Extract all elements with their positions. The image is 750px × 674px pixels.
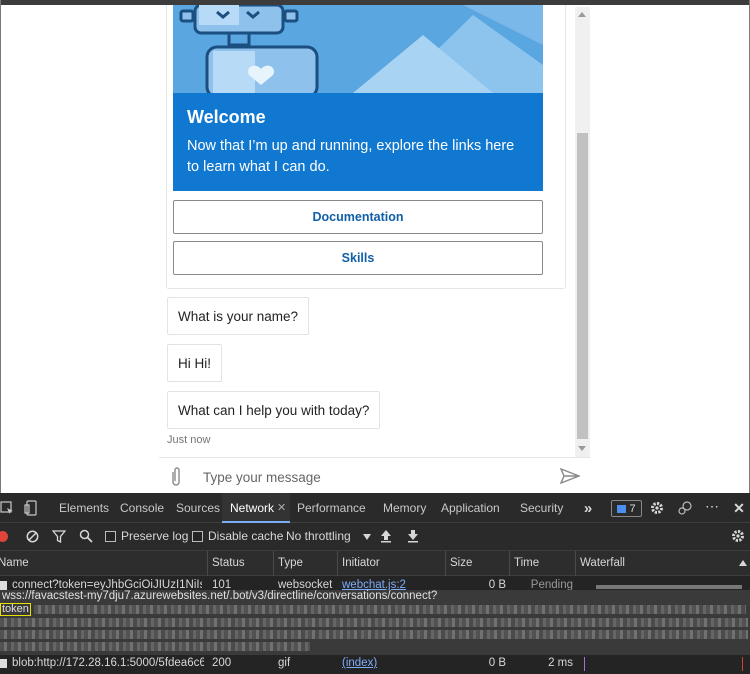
more-options-icon[interactable]: ⋯ — [703, 497, 721, 515]
file-icon — [0, 659, 7, 668]
tab-security[interactable]: Security — [520, 493, 563, 523]
scroll-thumb[interactable] — [577, 133, 588, 439]
request-status: 200 — [212, 657, 232, 669]
robot-illustration — [173, 5, 543, 93]
filter-icon[interactable] — [52, 530, 66, 543]
request-type: gif — [278, 657, 291, 669]
request-url-tooltip: wss://favacstest-my7dju7.azurewebsites.n… — [0, 590, 750, 655]
tab-network-label: Network — [230, 501, 275, 515]
tab-application[interactable]: Application — [441, 493, 500, 523]
settings-gear-icon[interactable] — [650, 501, 664, 515]
user-message: Hi Hi! — [167, 344, 222, 382]
documentation-button[interactable]: Documentation — [173, 200, 543, 234]
more-tabs-icon[interactable]: » — [580, 499, 596, 517]
redacted-token-line — [34, 605, 746, 614]
record-icon[interactable] — [0, 531, 8, 542]
devtools-panel: Elements Console Sources Network ✕ Perfo… — [0, 493, 750, 674]
inspect-element-icon[interactable] — [0, 501, 14, 515]
request-initiator-link[interactable]: (index) — [342, 657, 442, 669]
sort-up-icon — [739, 560, 747, 566]
tab-performance[interactable]: Performance — [297, 493, 366, 523]
tooltip-url: wss://favacstest-my7dju7.azurewebsites.n… — [2, 590, 438, 602]
redacted-token-line — [0, 642, 310, 651]
clear-icon[interactable] — [26, 530, 39, 543]
scroll-down-arrow-icon[interactable] — [578, 446, 586, 451]
column-status[interactable]: Status — [208, 551, 274, 576]
message-input[interactable] — [203, 468, 543, 486]
tooltip-token-param: token — [0, 603, 31, 616]
issues-icon — [617, 504, 627, 513]
device-toolbar-icon[interactable] — [24, 500, 38, 516]
waterfall-bar — [596, 585, 742, 589]
tab-elements[interactable]: Elements — [59, 493, 109, 523]
file-icon — [0, 581, 7, 590]
search-icon[interactable] — [79, 529, 93, 543]
welcome-message-block: Welcome Now that I’m up and running, exp… — [173, 93, 543, 191]
column-size[interactable]: Size — [446, 551, 510, 576]
network-table-header: Name Status Type Initiator Size Time Wat… — [0, 551, 750, 576]
export-har-icon[interactable] — [407, 529, 419, 543]
disable-cache-checkbox[interactable] — [192, 531, 203, 542]
column-type[interactable]: Type — [274, 551, 338, 576]
webchat-panel: Welcome Now that I’m up and running, exp… — [159, 5, 590, 493]
remote-devices-icon[interactable] — [677, 500, 693, 516]
waterfall-marker — [584, 657, 585, 671]
column-initiator[interactable]: Initiator — [338, 551, 446, 576]
redacted-token-line — [0, 618, 748, 627]
preserve-log-checkbox[interactable] — [105, 531, 116, 542]
waterfall-marker — [742, 657, 743, 671]
network-toolbar: Preserve log Disable cache No throttling — [0, 523, 750, 551]
issues-badge[interactable]: 7 — [611, 500, 642, 517]
request-time: 2 ms — [548, 657, 573, 669]
tab-sources[interactable]: Sources — [176, 493, 220, 523]
network-settings-gear-icon[interactable] — [731, 529, 745, 543]
column-name[interactable]: Name — [0, 551, 208, 576]
attachment-icon[interactable] — [169, 466, 183, 488]
tab-network[interactable]: Network ✕ — [222, 493, 290, 523]
welcome-body: Now that I’m up and running, explore the… — [187, 138, 515, 175]
skills-button[interactable]: Skills — [173, 241, 543, 275]
throttling-select[interactable]: No throttling — [286, 529, 351, 543]
tab-console[interactable]: Console — [120, 493, 164, 523]
bot-message: What is your name? — [167, 297, 310, 335]
welcome-title: Welcome — [187, 107, 266, 127]
devtools-tab-bar: Elements Console Sources Network ✕ Perfo… — [0, 493, 750, 523]
send-icon[interactable] — [560, 468, 580, 484]
chat-scrollbar[interactable] — [575, 7, 590, 457]
disable-cache-label: Disable cache — [208, 529, 284, 543]
table-row[interactable]: blob:http://172.28.16.1:5000/5fdea6c6...… — [0, 657, 750, 671]
issues-count: 7 — [629, 502, 636, 515]
preserve-log-label: Preserve log — [121, 529, 189, 543]
scroll-up-arrow-icon[interactable] — [578, 12, 586, 17]
request-name[interactable]: blob:http://172.28.16.1:5000/5fdea6c6... — [12, 657, 204, 669]
message-timestamp: Just now — [167, 434, 211, 446]
close-tab-icon[interactable]: ✕ — [277, 493, 286, 523]
close-devtools-icon[interactable]: ✕ — [731, 499, 747, 517]
tab-memory[interactable]: Memory — [383, 493, 426, 523]
message-input-bar — [159, 457, 590, 493]
redacted-token-line — [0, 630, 748, 639]
column-time[interactable]: Time — [510, 551, 576, 576]
import-har-icon[interactable] — [380, 529, 392, 543]
chevron-down-icon[interactable] — [363, 534, 371, 540]
column-waterfall[interactable]: Waterfall — [576, 551, 750, 576]
welcome-hero-image — [173, 5, 543, 93]
request-size: 0 B — [488, 657, 506, 669]
bot-message: What can I help you with today? — [167, 391, 381, 429]
